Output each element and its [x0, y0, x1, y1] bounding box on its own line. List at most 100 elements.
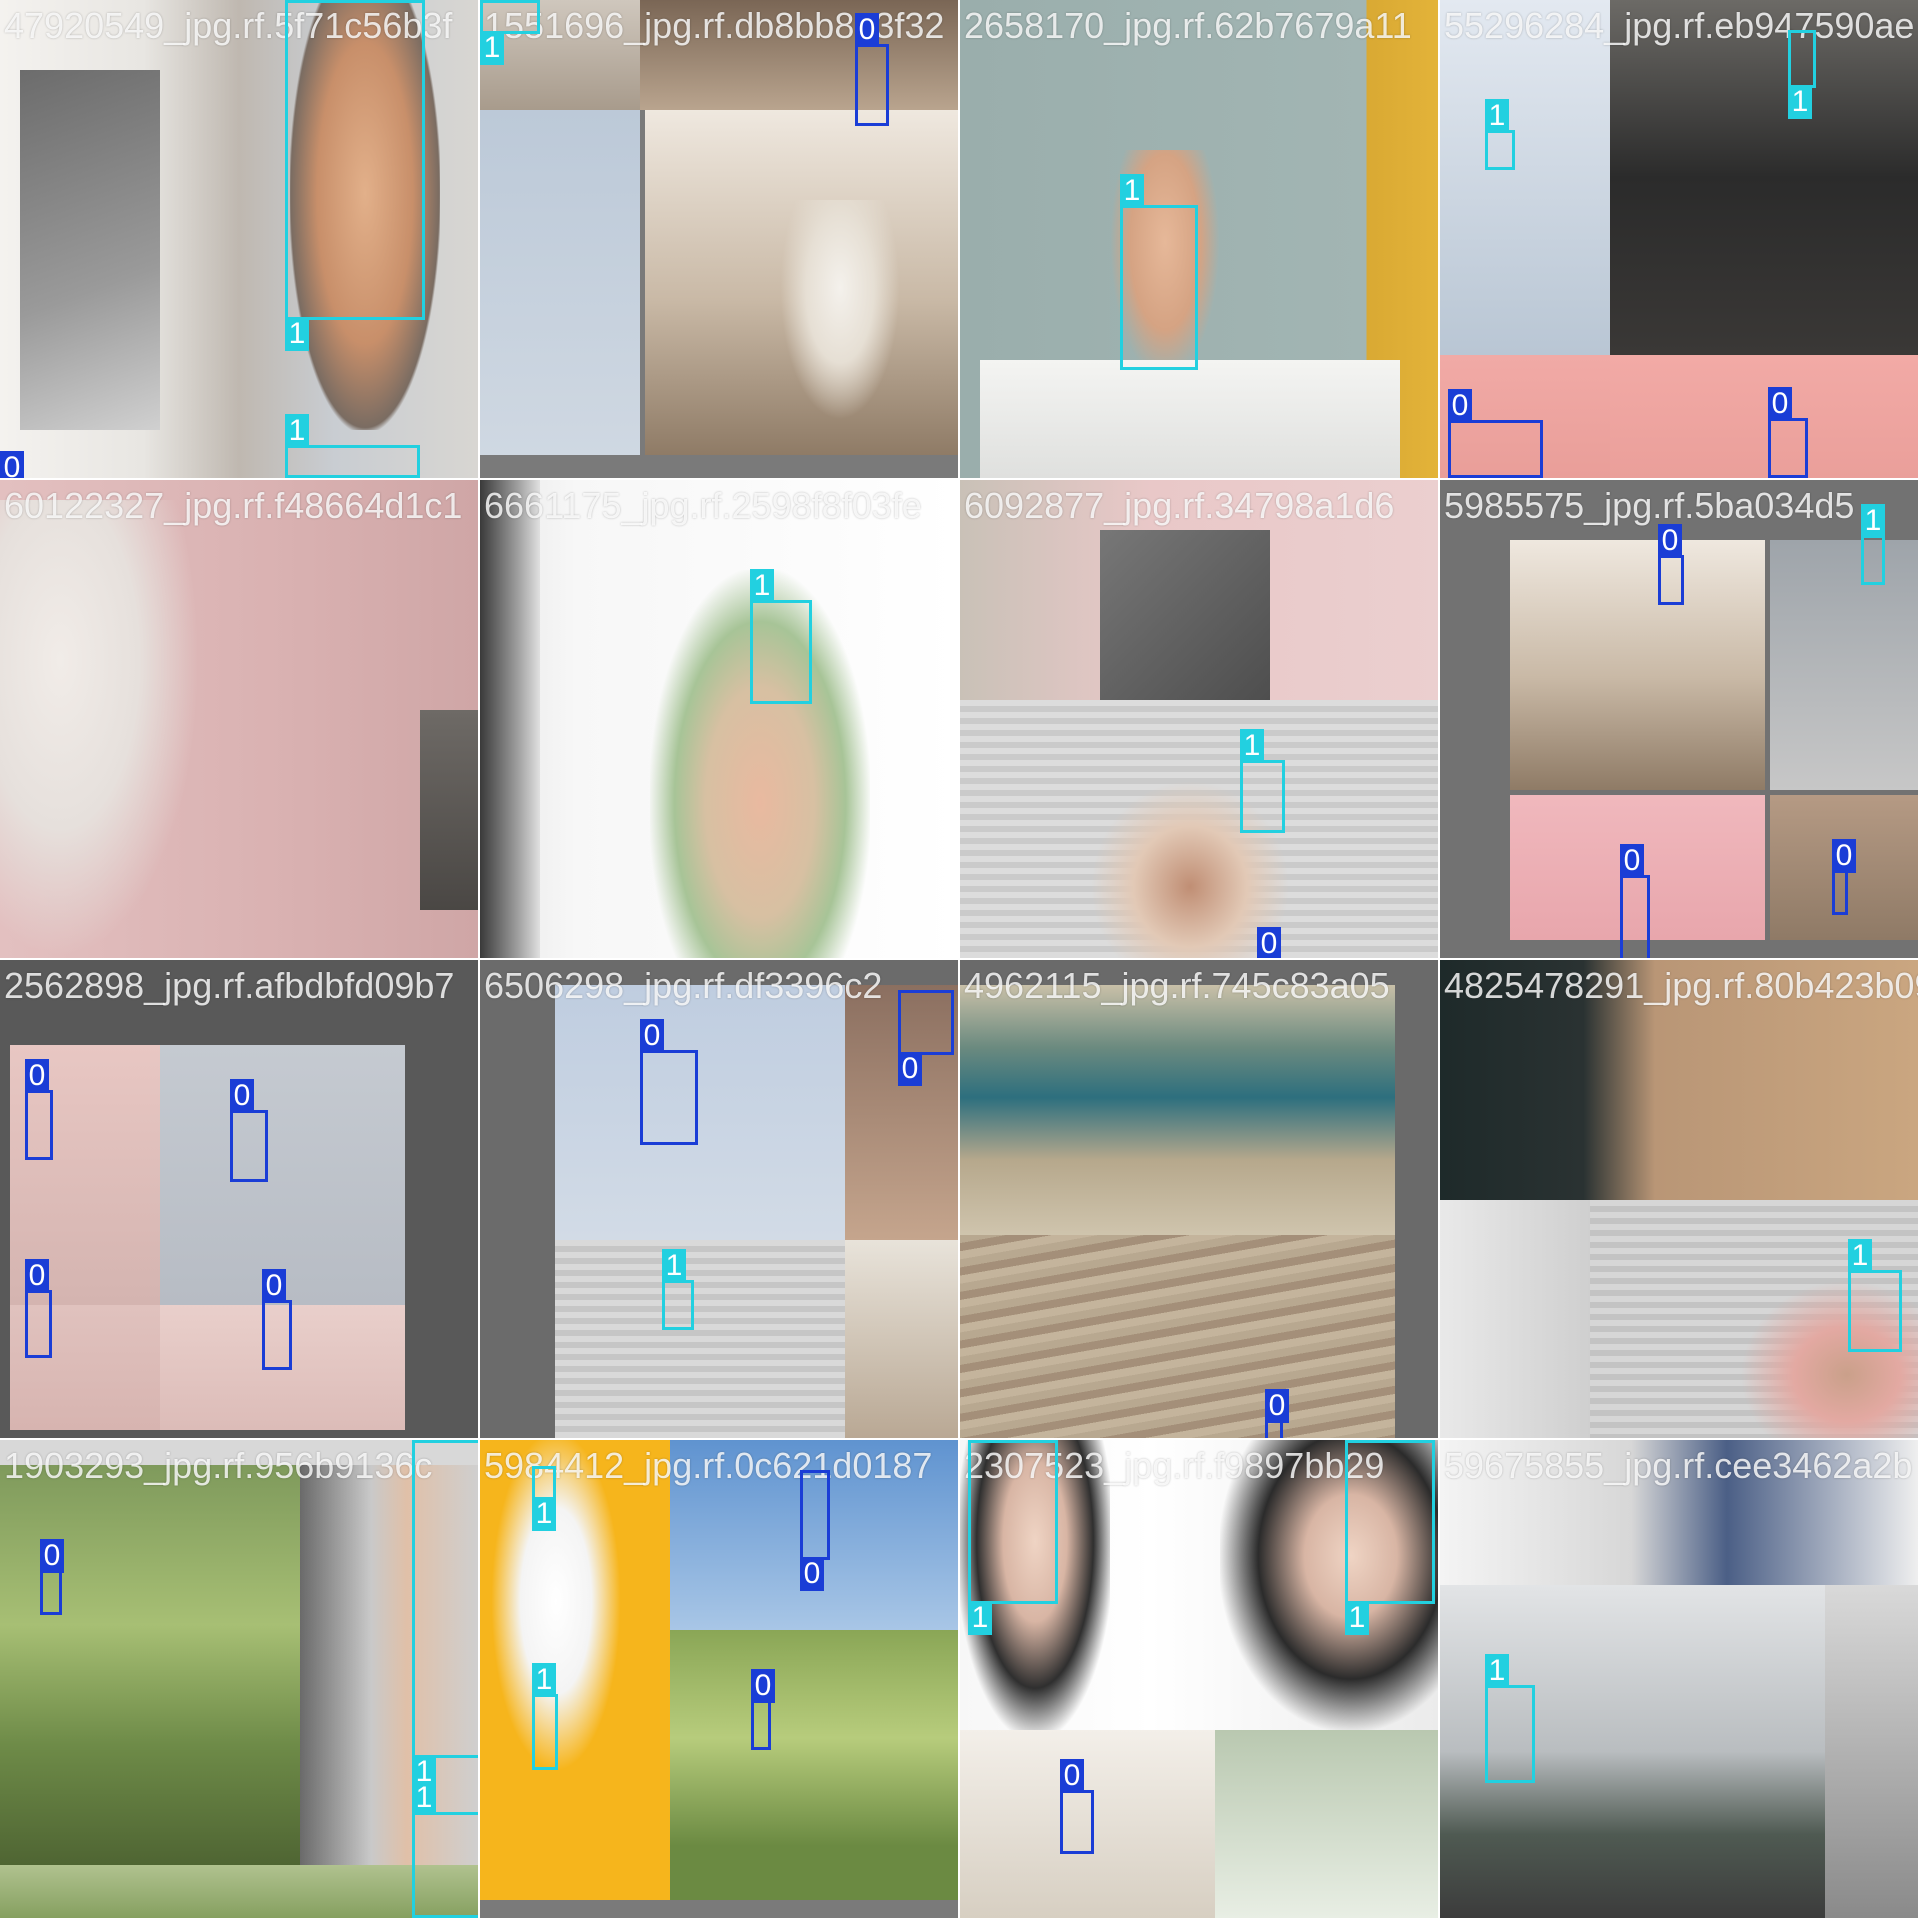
detection-box-class-0: 0: [1448, 389, 1543, 478]
photo-region: [555, 1240, 845, 1438]
photo-region: [420, 710, 478, 910]
detection-box-class-1: 1: [480, 0, 540, 65]
detection-box-class-0: 0: [1265, 1389, 1289, 1438]
detection-box-class-1: 1: [532, 1663, 558, 1770]
class-id-badge: 0: [898, 1052, 922, 1086]
class-id-badge: 0: [800, 1557, 824, 1591]
class-id-badge: 1: [532, 1663, 556, 1697]
mosaic-tile: 2562898_jpg.rf.afbdbfd09b7 0 0 0 0: [0, 960, 478, 1438]
class-id-badge: 1: [1240, 729, 1264, 763]
mosaic-tile: 6506298_jpg.rf.df3396c2 0 0 1: [480, 960, 958, 1438]
detection-box-class-0: 0: [25, 1259, 52, 1358]
detection-box-class-1: 1: [1861, 504, 1885, 585]
class-id-badge: 0: [640, 1019, 664, 1053]
class-id-badge: 1: [285, 317, 309, 351]
photo-region: [1610, 0, 1918, 355]
photo-region: [160, 1045, 405, 1305]
mosaic-tile: 6661175_jpg.rf.2598f8f03fe 1: [480, 480, 958, 958]
detection-box-class-1: 1: [1848, 1239, 1902, 1352]
photo-region: [1440, 1440, 1918, 1585]
photo-region: [1770, 540, 1918, 790]
photo-region: [1825, 1585, 1918, 1918]
detection-box-class-0: 0: [1620, 844, 1650, 958]
class-id-badge: 0: [25, 1259, 49, 1293]
detection-box-class-0: 0: [751, 1669, 775, 1750]
detection-box-class-1: 1: [1120, 174, 1198, 370]
detection-box-class-1: 1: [1345, 1440, 1435, 1635]
detection-box-class-0: 0: [898, 990, 954, 1086]
class-id-badge: 1: [662, 1249, 686, 1283]
class-id-badge: 0: [1832, 839, 1856, 873]
class-id-badge: 0: [1257, 927, 1281, 958]
detection-box-class-0: 0: [25, 1059, 53, 1160]
class-id-badge: 1: [285, 414, 309, 448]
mosaic-tile: 5984412_jpg.rf.0c621d0187 1 0 1 0: [480, 1440, 958, 1918]
detection-box-class-1: 1: [285, 0, 425, 351]
mosaic-tile: 55296284_jpg.rf.eb947590ae 1 1 0 0: [1440, 0, 1918, 478]
detection-box-class-1: 1: [412, 1440, 478, 1789]
detection-box-class-1: 1: [968, 1440, 1058, 1635]
class-id-badge: 1: [480, 31, 504, 65]
photo-region: [0, 1465, 300, 1865]
mosaic-tile: 59675855_jpg.rf.cee3462a2b 1: [1440, 1440, 1918, 1918]
detection-box-class-1: 1: [750, 569, 812, 704]
photo-region: [960, 1235, 1395, 1438]
detection-box-class-1: 1: [662, 1249, 694, 1330]
class-id-badge: 0: [1265, 1389, 1289, 1423]
mosaic-grid: 47920549_jpg.rf.5f71c56b3f 1 1 0 1551696_jpg…: [0, 0, 1920, 1920]
detection-box-class-0: 0: [855, 13, 889, 126]
photo-region: [845, 1240, 958, 1438]
photo-region: [480, 1440, 670, 1900]
detection-box-class-1: 1: [1788, 30, 1816, 119]
photo-region: [1440, 1200, 1590, 1438]
class-id-badge: 1: [1485, 99, 1509, 133]
class-id-badge: 0: [751, 1669, 775, 1703]
detection-box-class-1: 1: [285, 414, 420, 478]
photo-region: [780, 200, 900, 420]
class-id-badge: 1: [750, 569, 774, 603]
photo-region: [1610, 355, 1918, 478]
mosaic-tile: 5985575_jpg.rf.5ba034d5 0 1 0 0: [1440, 480, 1918, 958]
class-id-badge: 0: [1448, 389, 1472, 423]
photo-region: [480, 480, 540, 958]
mosaic-tile: 60122327_jpg.rf.f48664d1c1: [0, 480, 478, 958]
photo-region: [555, 985, 845, 1240]
detection-box-class-0: 0: [230, 1079, 268, 1182]
photo-region: [980, 360, 1400, 478]
photo-region: [670, 1630, 958, 1900]
class-id-badge: 1: [1788, 85, 1812, 119]
detection-box-class-0: 0: [1060, 1759, 1094, 1854]
detection-box-class-1: 1: [1485, 1654, 1535, 1783]
mosaic-tile: 1551696_jpg.rf.db8bb8a3f32 1 0: [480, 0, 958, 478]
photo-region: [1100, 530, 1270, 700]
detection-box-class-0: 0: [1768, 387, 1808, 478]
mosaic-tile: 2307523_jpg.rf.f9897bb29 1 1 0: [960, 1440, 1438, 1918]
photo-region: [960, 985, 1395, 1235]
class-id-badge: 0: [1768, 387, 1792, 421]
class-id-badge: 1: [1848, 1239, 1872, 1273]
detection-box-class-0: 0: [262, 1269, 292, 1370]
photo-region: [0, 500, 200, 958]
mosaic-tile: 4962115_jpg.rf.745c83a05 0: [960, 960, 1438, 1438]
class-id-badge: 1: [1120, 174, 1144, 208]
detection-box-class-0: 0: [640, 1019, 698, 1145]
class-id-badge: 0: [230, 1079, 254, 1113]
detection-box-class-0: 0: [1658, 524, 1684, 605]
class-id-badge: 1: [1345, 1601, 1369, 1635]
mosaic-tile: 47920549_jpg.rf.5f71c56b3f 1 1 0: [0, 0, 478, 478]
class-id-badge: 1: [968, 1601, 992, 1635]
detection-box-class-1: 1: [1485, 99, 1515, 170]
class-id-badge: 1: [1485, 1654, 1509, 1688]
photo-region: [1440, 0, 1610, 355]
mosaic-tile: 1903293_jpg.rf.956b9136c 1 0 1: [0, 1440, 478, 1918]
class-id-badge: 0: [1060, 1759, 1084, 1793]
photo-region: [640, 0, 958, 110]
class-id-badge: 0: [262, 1269, 286, 1303]
photo-region: [1510, 540, 1765, 790]
detection-box-class-0: 0: [800, 1470, 830, 1591]
mosaic-tile: 2658170_jpg.rf.62b7679a11 1: [960, 0, 1438, 478]
photo-region: [20, 70, 160, 430]
class-id-badge: 0: [855, 13, 879, 47]
photo-region: [0, 1865, 478, 1918]
mosaic-tile: 6092877_jpg.rf.34798a1d6 1 0: [960, 480, 1438, 958]
